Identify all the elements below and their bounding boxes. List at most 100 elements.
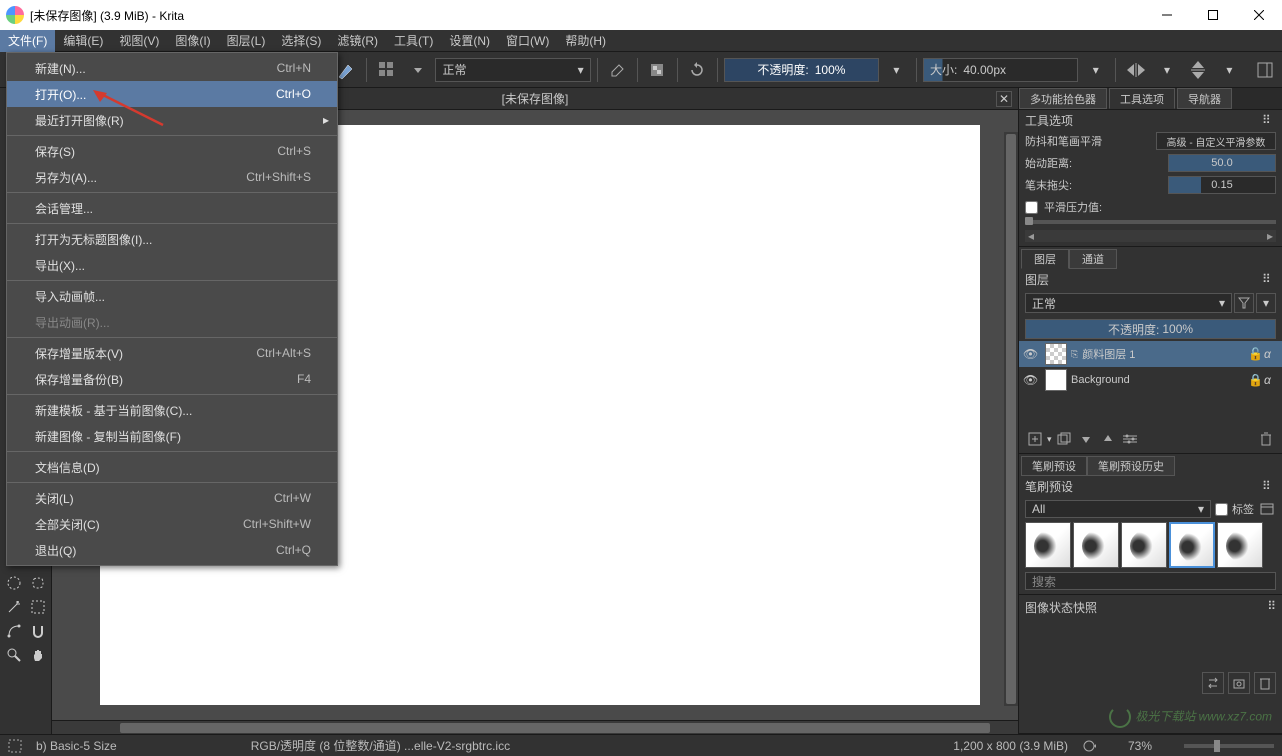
tool-pan[interactable] — [27, 644, 49, 666]
menu-item[interactable]: 打开为无标题图像(I)... — [7, 226, 337, 252]
tool-bezier-select[interactable] — [3, 620, 25, 642]
menu-item[interactable]: 新建模板 - 基于当前图像(C)... — [7, 397, 337, 423]
grid-icon[interactable] — [373, 56, 400, 84]
menu-item[interactable]: 导出(X)... — [7, 252, 337, 278]
tool-magnetic-select[interactable] — [27, 620, 49, 642]
menu-item[interactable]: 保存增量版本(V)Ctrl+Alt+S — [7, 340, 337, 366]
snapshot-switch-button[interactable] — [1202, 672, 1224, 694]
tab-brush-presets[interactable]: 笔刷预设 — [1021, 456, 1087, 476]
dropdown-icon[interactable] — [404, 56, 431, 84]
tool-zoom[interactable] — [3, 644, 25, 666]
layer-name[interactable]: 颜料图层 1 — [1082, 346, 1244, 362]
brush-preset[interactable] — [1025, 522, 1071, 568]
tool-magic-wand[interactable] — [3, 596, 25, 618]
pressure-checkbox[interactable] — [1025, 201, 1038, 214]
dropdown-icon[interactable]: ▾ — [1082, 56, 1109, 84]
tip-value[interactable]: 0.15 — [1168, 176, 1276, 194]
alpha-lock-icon[interactable] — [644, 56, 671, 84]
start-distance-value[interactable]: 50.0 — [1168, 154, 1276, 172]
opacity-slider[interactable]: 不透明度: 100% — [724, 58, 879, 82]
menu-window[interactable]: 窗口(W) — [498, 30, 557, 52]
menu-item[interactable]: 保存(S)Ctrl+S — [7, 138, 337, 164]
dropdown-icon[interactable]: ▾ — [883, 56, 910, 84]
filter-icon[interactable] — [1234, 293, 1254, 313]
minimize-button[interactable] — [1144, 0, 1190, 30]
scrollbar-horizontal[interactable] — [52, 720, 1018, 734]
layer-opacity-slider[interactable]: 不透明度: 100% — [1025, 319, 1276, 339]
brush-search-input[interactable]: 搜索 — [1025, 572, 1276, 590]
alpha-icon[interactable]: α — [1264, 373, 1278, 387]
scrollbar-vertical[interactable] — [1004, 132, 1018, 706]
smoothing-select[interactable]: 高级 - 自定义平滑参数 — [1156, 132, 1276, 150]
reload-icon[interactable] — [684, 56, 711, 84]
blend-mode-select[interactable]: 正常 ▾ — [435, 58, 590, 82]
menu-filter[interactable]: 滤镜(R) — [329, 30, 386, 52]
menu-image[interactable]: 图像(I) — [167, 30, 218, 52]
rotate-icon[interactable] — [1082, 739, 1096, 753]
tab-channels[interactable]: 通道 — [1069, 249, 1117, 269]
brush-preset[interactable] — [1217, 522, 1263, 568]
menu-item[interactable]: 新建(N)...Ctrl+N — [7, 55, 337, 81]
dropdown-icon[interactable]: ▾ — [1216, 56, 1243, 84]
dropdown-icon[interactable]: ▾ — [1047, 434, 1052, 445]
menu-tool[interactable]: 工具(T) — [386, 30, 441, 52]
panel-scrollbar[interactable]: ◂▸ — [1025, 230, 1276, 242]
panel-config-icon[interactable]: ⠿ — [1267, 599, 1276, 616]
menu-item[interactable]: 另存为(A)...Ctrl+Shift+S — [7, 164, 337, 190]
alpha-icon[interactable]: α — [1264, 347, 1278, 361]
delete-layer-button[interactable] — [1256, 429, 1276, 449]
menu-item[interactable]: 打开(O)...Ctrl+O — [7, 81, 337, 107]
tab-tool-options[interactable]: 工具选项 — [1109, 88, 1175, 109]
select-none-icon[interactable] — [8, 739, 22, 753]
layer-item[interactable]: 👁 Background 🔒α — [1019, 367, 1282, 393]
zoom-value[interactable]: 73% — [1110, 739, 1170, 753]
tool-freehand-select[interactable] — [3, 572, 25, 594]
menu-layer[interactable]: 图层(L) — [219, 30, 274, 52]
menu-item[interactable]: 保存增量备份(B)F4 — [7, 366, 337, 392]
brush-preset[interactable] — [1073, 522, 1119, 568]
menu-item[interactable]: 会话管理... — [7, 195, 337, 221]
brush-tag-filter[interactable]: All▾ — [1025, 500, 1211, 518]
menu-item[interactable]: 退出(Q)Ctrl+Q — [7, 537, 337, 563]
layer-item[interactable]: 👁 ⎘ 颜料图层 1 🔓α — [1019, 341, 1282, 367]
tab-layers[interactable]: 图层 — [1021, 249, 1069, 269]
add-layer-button[interactable] — [1025, 429, 1045, 449]
menu-item[interactable]: 导出动画(R)... — [7, 309, 337, 335]
mirror-h-icon[interactable] — [1122, 56, 1149, 84]
menu-settings[interactable]: 设置(N) — [441, 30, 498, 52]
storage-icon[interactable] — [1258, 500, 1276, 518]
lock-icon[interactable]: 🔒 — [1248, 373, 1262, 387]
panel-config-icon[interactable]: ⠿ — [1262, 272, 1276, 286]
menu-edit[interactable]: 编辑(E) — [55, 30, 111, 52]
move-up-button[interactable] — [1098, 429, 1118, 449]
dropdown-icon[interactable]: ▾ — [1153, 56, 1180, 84]
layer-settings-button[interactable] — [1120, 429, 1140, 449]
tab-brush-history[interactable]: 笔刷预设历史 — [1087, 456, 1175, 476]
layer-blend-select[interactable]: 正常▾ — [1025, 293, 1232, 313]
panel-config-icon[interactable]: ⠿ — [1262, 479, 1276, 493]
layer-name[interactable]: Background — [1071, 374, 1244, 386]
move-down-button[interactable] — [1076, 429, 1096, 449]
tool-similar-select[interactable] — [27, 572, 49, 594]
lock-icon[interactable]: 🔓 — [1248, 347, 1262, 361]
zoom-slider[interactable] — [1184, 744, 1274, 748]
menu-item[interactable]: 导入动画帧... — [7, 283, 337, 309]
close-button[interactable] — [1236, 0, 1282, 30]
layer-link-icon[interactable]: ⎘ — [1071, 349, 1078, 360]
menu-item[interactable]: 关闭(L)Ctrl+W — [7, 485, 337, 511]
size-slider[interactable]: 大小: 40.00px — [923, 58, 1078, 82]
panel-config-icon[interactable]: ⠿ — [1262, 113, 1276, 127]
brush-preset[interactable] — [1121, 522, 1167, 568]
brush-preset[interactable] — [1169, 522, 1215, 568]
workspace-icon[interactable] — [1251, 56, 1278, 84]
layer-menu-icon[interactable]: ▾ — [1256, 293, 1276, 313]
menu-item[interactable]: 文档信息(D) — [7, 454, 337, 480]
menu-file[interactable]: 文件(F) — [0, 30, 55, 52]
menu-item[interactable]: 最近打开图像(R)▸ — [7, 107, 337, 133]
tool-rect-select[interactable] — [27, 596, 49, 618]
maximize-button[interactable] — [1190, 0, 1236, 30]
visibility-icon[interactable]: 👁 — [1023, 347, 1041, 361]
eraser-icon[interactable] — [604, 56, 631, 84]
snapshot-delete-button[interactable] — [1254, 672, 1276, 694]
tab-color-selector[interactable]: 多功能拾色器 — [1019, 88, 1107, 109]
